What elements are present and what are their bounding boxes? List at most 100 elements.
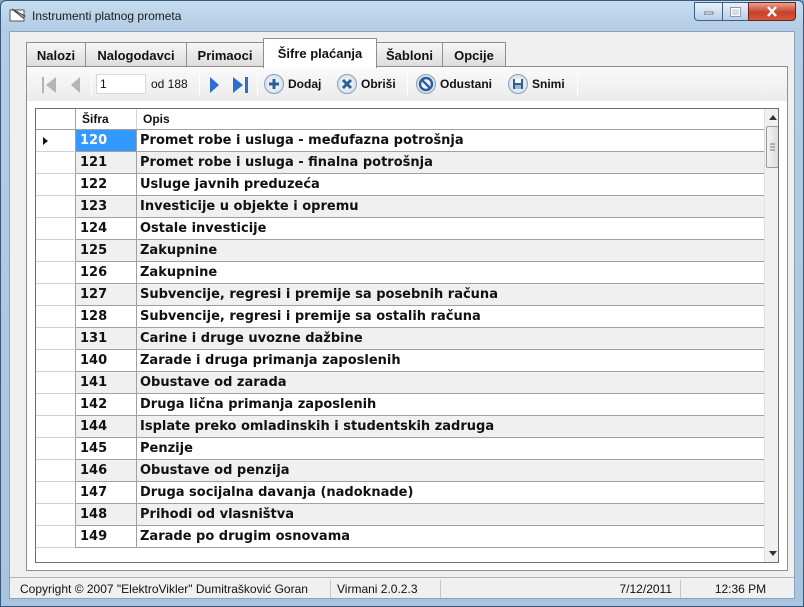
row-indicator[interactable] [36,284,76,306]
column-header-code[interactable]: Šifra [76,109,137,129]
table-row[interactable]: 123 Investicije u objekte i opremu [36,196,764,218]
table-row[interactable]: 140 Zarade i druga primanja zaposlenih [36,350,764,372]
table-row[interactable]: 125 Zakupnine [36,240,764,262]
cell-desc[interactable]: Prihodi od vlasništva [137,504,764,526]
cell-desc[interactable]: Investicije u objekte i opremu [137,196,764,218]
row-indicator[interactable] [36,240,76,262]
cell-code[interactable]: 120 [76,130,137,152]
next-record-button[interactable] [209,76,221,94]
cell-desc[interactable]: Subvencije, regresi i premije sa ostalih… [137,306,764,328]
table-row[interactable]: 120 Promet robe i usluga - međufazna potr… [36,130,764,152]
position-input[interactable]: 1 [96,74,146,94]
save-button[interactable]: Snimi [508,74,565,94]
cell-desc[interactable]: Subvencije, regresi i premije sa posebni… [137,284,764,306]
tab-nalogodavci[interactable]: Nalogodavci [85,42,187,67]
table-row[interactable]: 142 Druga lična primanja zaposlenih [36,394,764,416]
table-row[interactable]: 148 Prihodi od vlasništva [36,504,764,526]
cell-code[interactable]: 131 [76,328,137,350]
cell-desc[interactable]: Zakupnine [137,240,764,262]
cancel-button[interactable]: Odustani [416,74,492,94]
prev-record-button[interactable] [69,76,81,94]
tab-sifre-placanja[interactable]: Šifre plaćanja [263,38,377,68]
scroll-down-button[interactable] [765,545,778,562]
cell-desc[interactable]: Druga lična primanja zaposlenih [137,394,764,416]
cell-desc[interactable]: Druga socijalna davanja (nadoknade) [137,482,764,504]
cell-code[interactable]: 146 [76,460,137,482]
row-indicator[interactable] [36,262,76,284]
table-row[interactable]: 145 Penzije [36,438,764,460]
tab-primaoci[interactable]: Primaoci [186,42,264,67]
cell-code[interactable]: 122 [76,174,137,196]
table-row[interactable]: 149 Zarade po drugim osnovama [36,526,764,548]
scroll-up-button[interactable] [765,109,778,126]
cell-code[interactable]: 124 [76,218,137,240]
row-indicator[interactable] [36,504,76,526]
add-button[interactable]: Dodaj [264,74,321,94]
row-indicator[interactable] [36,328,76,350]
cell-code[interactable]: 149 [76,526,137,548]
cell-desc[interactable]: Zarade po drugim osnovama [137,526,764,548]
row-indicator[interactable] [36,372,76,394]
cell-code[interactable]: 121 [76,152,137,174]
cell-desc[interactable]: Ostale investicije [137,218,764,240]
scroll-thumb[interactable] [766,126,778,168]
cell-desc[interactable]: Penzije [137,438,764,460]
row-indicator[interactable] [36,174,76,196]
table-row[interactable]: 141 Obustave od zarada [36,372,764,394]
table-row[interactable]: 122 Usluge javnih preduzeća [36,174,764,196]
maximize-button[interactable] [722,2,749,21]
cell-desc[interactable]: Zakupnine [137,262,764,284]
cell-code[interactable]: 140 [76,350,137,372]
table-row[interactable]: 131 Carine i druge uvozne dažbine [36,328,764,350]
cell-code[interactable]: 145 [76,438,137,460]
cell-code[interactable]: 142 [76,394,137,416]
title-bar[interactable]: Instrumenti platnog prometa [1,1,803,31]
tab-nalozi[interactable]: Nalozi [26,42,86,67]
table-row[interactable]: 124 Ostale investicije [36,218,764,240]
row-indicator[interactable] [36,306,76,328]
column-header-desc[interactable]: Opis [137,109,764,129]
cell-code[interactable]: 128 [76,306,137,328]
row-indicator[interactable] [36,482,76,504]
row-indicator[interactable] [36,130,76,152]
row-indicator[interactable] [36,196,76,218]
row-indicator[interactable] [36,438,76,460]
table-row[interactable]: 144 Isplate preko omladinskih i studentsk… [36,416,764,438]
cell-code[interactable]: 147 [76,482,137,504]
table-row[interactable]: 126 Zakupnine [36,262,764,284]
cell-desc[interactable]: Obustave od penzija [137,460,764,482]
last-record-button[interactable] [232,76,249,94]
table-row[interactable]: 121 Promet robe i usluga - finalna potroš… [36,152,764,174]
first-record-button[interactable] [41,76,57,94]
cell-desc[interactable]: Promet robe i usluga - međufazna potrošn… [137,130,764,152]
row-indicator[interactable] [36,218,76,240]
vertical-scrollbar[interactable] [764,109,778,562]
payment-codes-grid[interactable]: Šifra Opis 120 Promet robe i usluga - međ… [35,108,779,563]
cell-code[interactable]: 141 [76,372,137,394]
row-indicator[interactable] [36,526,76,548]
cell-desc[interactable]: Obustave od zarada [137,372,764,394]
cell-code[interactable]: 126 [76,262,137,284]
close-button[interactable] [748,2,796,21]
cell-code[interactable]: 125 [76,240,137,262]
row-indicator[interactable] [36,394,76,416]
cell-code[interactable]: 144 [76,416,137,438]
cell-code[interactable]: 148 [76,504,137,526]
cell-code[interactable]: 127 [76,284,137,306]
cell-desc[interactable]: Usluge javnih preduzeća [137,174,764,196]
row-indicator[interactable] [36,416,76,438]
row-indicator[interactable] [36,460,76,482]
row-indicator[interactable] [36,152,76,174]
tab-sabloni[interactable]: Šabloni [376,42,443,67]
table-row[interactable]: 147 Druga socijalna davanja (nadoknade) [36,482,764,504]
cell-desc[interactable]: Carine i druge uvozne dažbine [137,328,764,350]
cell-desc[interactable]: Zarade i druga primanja zaposlenih [137,350,764,372]
delete-button[interactable]: Obriši [337,74,396,94]
cell-desc[interactable]: Promet robe i usluga - finalna potrošnja [137,152,764,174]
minimize-button[interactable] [694,2,723,21]
tab-opcije[interactable]: Opcije [442,42,506,67]
table-row[interactable]: 128 Subvencije, regresi i premije sa osta… [36,306,764,328]
row-indicator[interactable] [36,350,76,372]
cell-code[interactable]: 123 [76,196,137,218]
table-row[interactable]: 146 Obustave od penzija [36,460,764,482]
